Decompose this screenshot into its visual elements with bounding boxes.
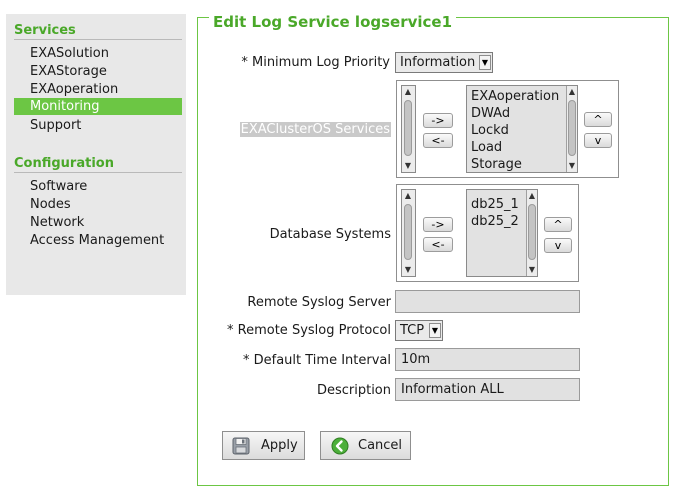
description-label: Description [316,383,391,398]
scroll-up-icon[interactable]: ▲ [403,86,413,98]
scroll-down-icon[interactable]: ▼ [403,264,413,276]
list-item[interactable]: db25_2 [471,213,519,230]
sidebar-item-access-management[interactable]: Access Management [14,232,182,249]
sidebar-item-network[interactable]: Network [14,214,182,231]
cluster-services-available-list[interactable]: ▲ ▼ [401,85,416,173]
list-item[interactable]: DWAd [471,105,510,122]
scrollbar[interactable]: ▲ ▼ [566,86,577,172]
move-up-button[interactable]: ^ [584,112,612,127]
remote-protocol-value: TCP [400,323,425,338]
add-service-button[interactable]: -> [423,113,453,128]
description-input[interactable]: Information ALL [395,378,580,401]
cluster-services-label: EXAClusterOS Services [239,122,391,137]
cancel-button[interactable]: Cancel [320,431,411,460]
services-heading: Services [14,23,182,40]
back-arrow-icon [331,437,349,455]
chevron-down-icon: ▼ [479,55,491,70]
move-down-button[interactable]: v [544,238,572,253]
list-item[interactable]: Load [471,139,502,156]
sidebar-item-monitoring[interactable]: Monitoring [14,98,182,115]
scroll-down-icon[interactable]: ▼ [567,160,577,172]
remote-server-input[interactable] [395,290,580,313]
remote-protocol-select[interactable]: TCP ▼ [395,320,443,341]
cluster-services-selected-list[interactable]: EXAoperation DWAd Lockd Load Storage ▲ ▼ [466,85,578,173]
database-available-list[interactable]: ▲ ▼ [401,189,416,277]
sidebar-item-exaoperation[interactable]: EXAoperation [14,81,182,98]
move-down-button[interactable]: v [584,133,612,148]
move-up-button[interactable]: ^ [544,217,572,232]
scroll-up-icon[interactable]: ▲ [567,86,577,98]
scrollbar[interactable]: ▲ ▼ [403,190,414,276]
list-item[interactable]: Lockd [471,122,509,139]
scroll-thumb[interactable] [404,100,412,156]
page-title: Edit Log Service logservice1 [209,13,457,31]
apply-label: Apply [261,438,298,453]
remote-server-label: Remote Syslog Server [247,295,391,310]
database-selected-list[interactable]: db25_1 db25_2 ▲ ▼ [466,189,538,277]
sidebar-item-exasolution[interactable]: EXASolution [14,45,182,62]
remote-protocol-label: * Remote Syslog Protocol [227,323,391,338]
configuration-heading: Configuration [14,156,182,173]
sidebar: Services EXASolution EXAStorage EXAopera… [6,14,186,295]
scroll-up-icon[interactable]: ▲ [527,190,537,202]
sidebar-item-software[interactable]: Software [14,178,182,195]
scroll-thumb[interactable] [528,204,536,260]
list-item[interactable]: EXAoperation [471,88,559,105]
database-systems-label: Database Systems [269,227,391,242]
chevron-down-icon: ▼ [429,323,441,338]
remove-database-button[interactable]: <- [423,237,453,252]
add-database-button[interactable]: -> [423,217,453,232]
scroll-up-icon[interactable]: ▲ [403,190,413,202]
cancel-label: Cancel [358,438,403,453]
scroll-thumb[interactable] [404,204,412,260]
remove-service-button[interactable]: <- [423,133,453,148]
database-systems-box: ▲ ▼ -> <- db25_1 db25_2 ▲ ▼ ^ v [396,184,579,282]
apply-button[interactable]: Apply [222,431,305,460]
min-priority-select[interactable]: Information ▼ [395,52,493,73]
scroll-thumb[interactable] [568,100,576,156]
min-priority-value: Information [400,55,476,70]
time-interval-input[interactable]: 10m [395,348,580,371]
scroll-down-icon[interactable]: ▼ [527,264,537,276]
sidebar-item-exastorage[interactable]: EXAStorage [14,63,182,80]
list-item[interactable]: Storage [471,156,522,173]
list-item[interactable]: db25_1 [471,196,519,213]
min-priority-label: * Minimum Log Priority [241,55,390,70]
sidebar-item-support[interactable]: Support [14,117,182,134]
sidebar-item-nodes[interactable]: Nodes [14,196,182,213]
time-interval-label: * Default Time Interval [243,353,391,368]
save-icon [232,437,250,455]
cluster-services-box: ▲ ▼ -> <- EXAoperation DWAd Lockd Load S… [396,80,619,178]
scrollbar[interactable]: ▲ ▼ [526,190,537,276]
scroll-down-icon[interactable]: ▼ [403,160,413,172]
scrollbar[interactable]: ▲ ▼ [403,86,414,172]
